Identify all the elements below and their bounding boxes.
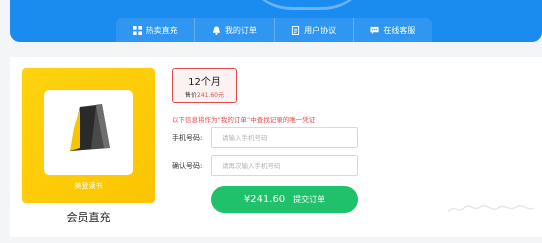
plan-name: 12个月 [188,77,221,88]
document-icon [292,25,300,35]
product-logo-frame [44,90,133,175]
bell-icon [212,25,220,35]
plan-option-selected[interactable]: 12个月 售价241.60元 [172,68,237,103]
watermark-scribble-icon [447,204,535,213]
confirm-phone-label: 确认号码: [172,162,203,170]
nav-item-online-service[interactable]: 在线客服 [354,18,432,42]
nav-item-user-agreement[interactable]: 用户协议 [275,18,354,42]
main-nav: 热卖直充 我的订单 用户协议 在线客服 [116,18,432,42]
product-card-label: 美登读书 [74,182,103,190]
nav-label: 热卖直充 [145,25,178,35]
plan-price-prefix: 售价 [184,92,197,99]
submit-order-button[interactable]: ¥241.60 提交订单 [211,186,358,213]
nav-label: 在线客服 [383,25,416,35]
nav-item-my-orders[interactable]: 我的订单 [195,18,275,42]
chat-icon [370,26,379,34]
header-arc [242,0,372,10]
product-title: 会员直充 [66,211,111,224]
plan-price-amount: 241.60元 [197,92,224,99]
phone-input[interactable] [211,127,358,148]
order-notice: 以下信息将作为“我的订单”中查找记录的唯一凭证 [172,116,316,124]
grid-icon [132,25,142,35]
confirm-phone-input[interactable] [211,155,358,176]
product-card: 美登读书 [22,68,155,203]
submit-label: 提交订单 [293,195,326,204]
book-logo-icon [70,104,110,151]
nav-label: 我的订单 [224,25,257,35]
plan-price: 售价241.60元 [173,90,236,99]
nav-item-hot-recharge[interactable]: 热卖直充 [116,18,196,42]
submit-price: ¥241.60 [243,194,286,205]
nav-label: 用户协议 [304,25,337,35]
watermark [446,202,536,219]
phone-label: 手机号码: [172,134,203,142]
